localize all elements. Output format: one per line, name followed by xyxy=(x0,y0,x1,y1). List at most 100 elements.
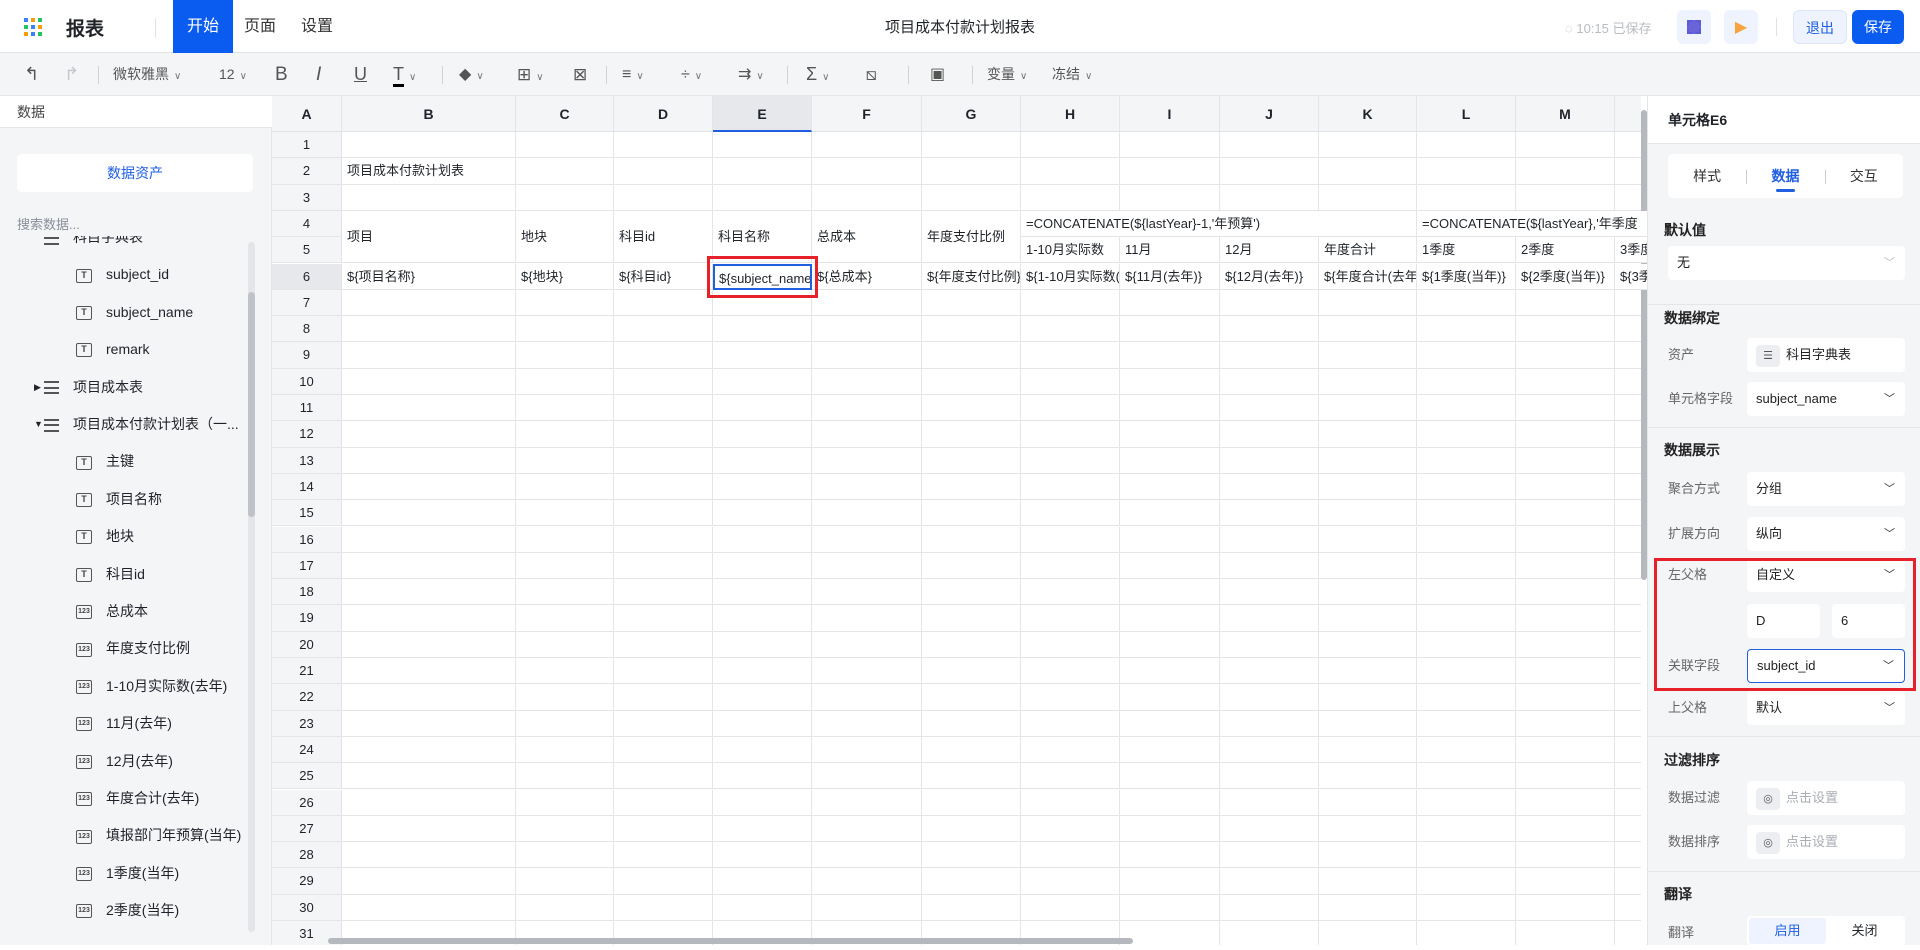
grid-cell[interactable] xyxy=(342,894,516,921)
grid-cell[interactable] xyxy=(516,736,614,764)
grid-cell[interactable] xyxy=(1120,763,1220,790)
grid-cell[interactable] xyxy=(1516,736,1615,764)
row-header[interactable]: 13 xyxy=(272,447,342,474)
grid-cell[interactable] xyxy=(516,368,614,395)
grid-cell[interactable] xyxy=(1120,789,1220,816)
grid-cell[interactable] xyxy=(1417,289,1516,317)
grid-cell[interactable] xyxy=(1220,316,1319,343)
grid-cell[interactable]: 项目 xyxy=(342,210,516,264)
fullscreen-button[interactable] xyxy=(1677,10,1711,44)
grid-cell[interactable] xyxy=(1021,894,1120,921)
grid-cell[interactable] xyxy=(922,631,1021,658)
grid-cell[interactable] xyxy=(342,736,516,764)
font-color-icon[interactable]: T ∨ xyxy=(393,53,416,96)
grid-cell[interactable] xyxy=(1021,526,1120,553)
grid-cell[interactable] xyxy=(1516,763,1615,790)
grid-cell[interactable] xyxy=(1516,289,1615,317)
grid-cell[interactable] xyxy=(1516,868,1615,895)
grid-cell[interactable] xyxy=(516,868,614,895)
grid-cell[interactable] xyxy=(1516,132,1615,159)
row-header[interactable]: 30 xyxy=(272,894,342,921)
grid-cell[interactable] xyxy=(1417,552,1516,580)
row-header[interactable]: 16 xyxy=(272,526,342,553)
grid-cell[interactable] xyxy=(1417,473,1516,501)
grid-cell[interactable]: 2季度 xyxy=(1516,237,1615,264)
grid-cell[interactable] xyxy=(1120,684,1220,711)
grid-cell[interactable] xyxy=(922,289,1021,317)
grid-cell[interactable] xyxy=(614,684,713,711)
grid-cell[interactable] xyxy=(922,894,1021,921)
row-header[interactable]: 23 xyxy=(272,710,342,737)
grid-cell[interactable] xyxy=(1516,894,1615,921)
grid-cell[interactable] xyxy=(1220,552,1319,580)
grid-cell[interactable] xyxy=(516,316,614,343)
grid-cell[interactable] xyxy=(1021,473,1120,501)
grid-cell[interactable]: ${1-10月实际数(去年)} xyxy=(1021,263,1120,290)
grid-cell[interactable] xyxy=(922,184,1021,211)
grid-cell[interactable] xyxy=(342,789,516,816)
grid-cell[interactable] xyxy=(1319,526,1417,553)
grid-cell[interactable]: ${1季度(当年)} xyxy=(1417,263,1516,290)
grid-cell[interactable] xyxy=(812,184,922,211)
grid-cell[interactable] xyxy=(1319,631,1417,658)
row-header[interactable]: 7 xyxy=(272,289,342,317)
grid-cell[interactable] xyxy=(1120,605,1220,632)
grid-cell[interactable] xyxy=(812,395,922,422)
grid-cell[interactable] xyxy=(1516,158,1615,185)
spreadsheet-grid[interactable]: ABCDEFGHIJKLMN12345678910111213141516171… xyxy=(272,96,1647,945)
grid-cell[interactable] xyxy=(1120,421,1220,448)
grid-cell[interactable]: ${年度支付比例} xyxy=(922,263,1021,290)
grid-cell[interactable] xyxy=(922,368,1021,395)
column-header-F[interactable]: F xyxy=(812,96,922,132)
grid-horizontal-scrollbar[interactable] xyxy=(328,938,1133,944)
grid-cell[interactable]: 总成本 xyxy=(812,210,922,264)
grid-cell[interactable] xyxy=(1319,763,1417,790)
grid-cell[interactable] xyxy=(713,631,812,658)
freeze-menu[interactable]: 冻结 ∨ xyxy=(1052,53,1092,96)
grid-cell[interactable] xyxy=(1516,631,1615,658)
grid-cell[interactable] xyxy=(614,605,713,632)
grid-cell[interactable] xyxy=(1220,395,1319,422)
grid-cell[interactable] xyxy=(516,552,614,580)
grid-cell[interactable] xyxy=(1220,658,1319,685)
grid-cell[interactable] xyxy=(713,473,812,501)
grid-cell[interactable] xyxy=(1319,842,1417,869)
data-tree-item[interactable]: T 项目名称 xyxy=(76,484,162,514)
grid-cell[interactable] xyxy=(1220,132,1319,159)
grid-cell[interactable]: 年度支付比例 xyxy=(922,210,1021,264)
grid-cell[interactable] xyxy=(1319,658,1417,685)
grid-cell[interactable] xyxy=(1319,158,1417,185)
grid-cell[interactable] xyxy=(812,500,922,527)
data-tree-item[interactable]: 123 2季度(当年) xyxy=(76,895,179,925)
grid-cell[interactable] xyxy=(614,368,713,395)
grid-cell[interactable]: ${3季度(当年)} xyxy=(1615,263,1647,290)
grid-cell[interactable] xyxy=(713,868,812,895)
grid-cell[interactable]: ${科目id} xyxy=(614,263,713,290)
grid-cell[interactable] xyxy=(1319,789,1417,816)
grid-cell[interactable] xyxy=(1120,736,1220,764)
grid-cell[interactable] xyxy=(1417,316,1516,343)
grid-cell[interactable] xyxy=(812,132,922,159)
grid-cell[interactable] xyxy=(1417,894,1516,921)
grid-cell[interactable] xyxy=(614,447,713,474)
column-header-H[interactable]: H xyxy=(1021,96,1120,132)
grid-cell[interactable] xyxy=(812,552,922,580)
grid-cell[interactable] xyxy=(1220,868,1319,895)
grid-cell[interactable] xyxy=(713,710,812,737)
grid-cell[interactable] xyxy=(516,684,614,711)
aggregation-select[interactable]: 分组 ﹀ xyxy=(1747,472,1905,506)
grid-cell[interactable] xyxy=(516,447,614,474)
grid-cell[interactable] xyxy=(614,526,713,553)
row-header[interactable]: 4 xyxy=(272,210,342,238)
grid-cell[interactable] xyxy=(516,631,614,658)
grid-cell[interactable] xyxy=(713,184,812,211)
grid-cell[interactable] xyxy=(1319,184,1417,211)
grid-cell[interactable] xyxy=(812,579,922,606)
grid-cell[interactable] xyxy=(614,316,713,343)
grid-cell[interactable] xyxy=(1516,842,1615,869)
grid-cell[interactable] xyxy=(342,658,516,685)
grid-cell[interactable] xyxy=(713,842,812,869)
grid-cell[interactable] xyxy=(1120,658,1220,685)
grid-cell[interactable] xyxy=(922,789,1021,816)
grid-cell[interactable] xyxy=(713,658,812,685)
